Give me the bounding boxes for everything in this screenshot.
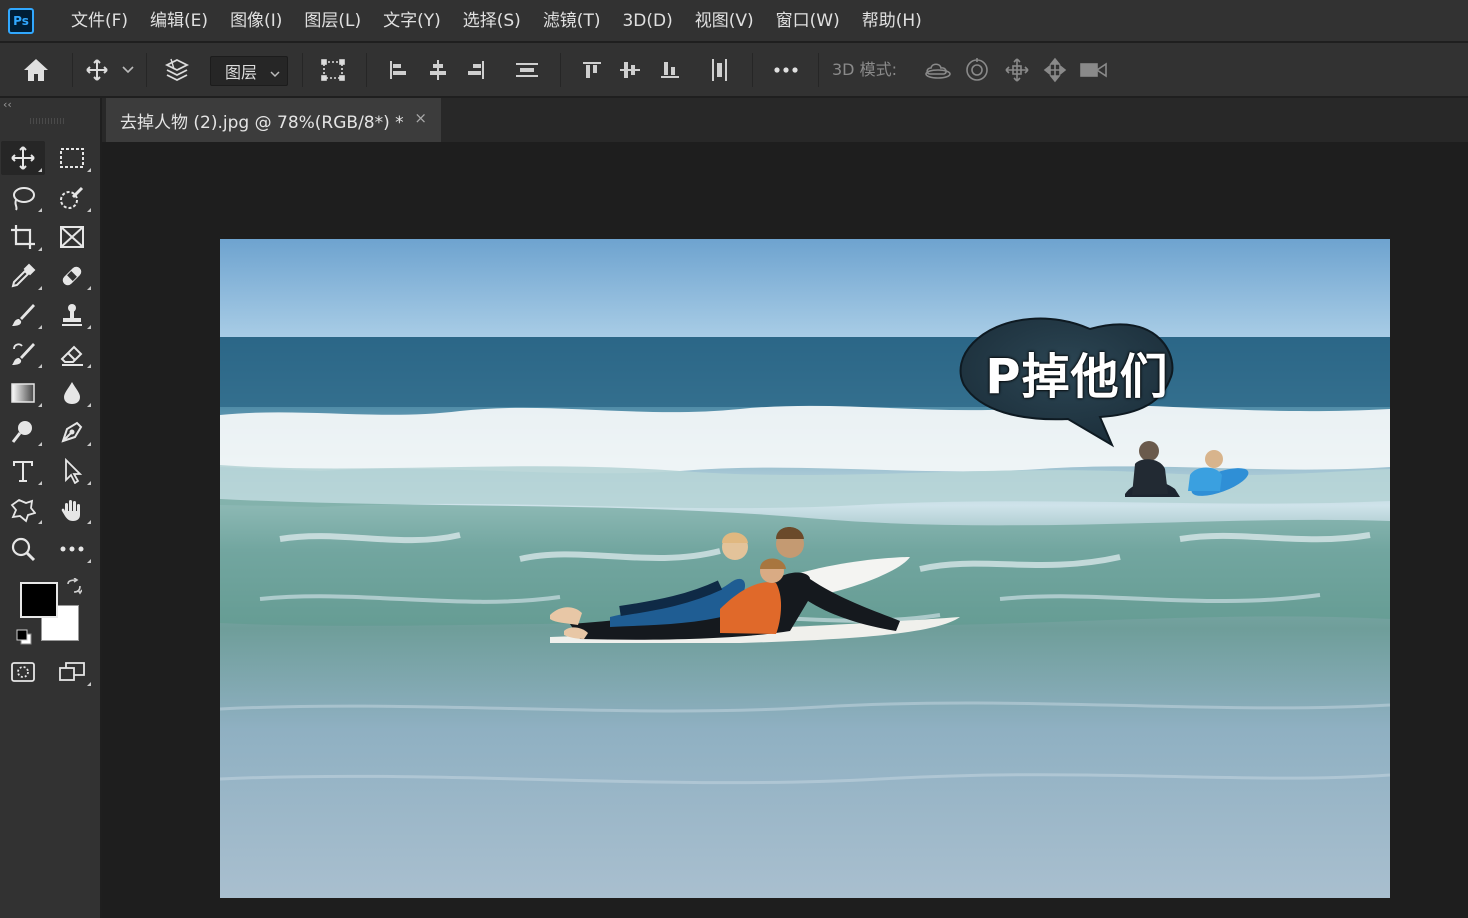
slide-3d-icon[interactable] <box>1040 43 1070 97</box>
more-options-icon[interactable] <box>770 43 802 97</box>
crop-tool[interactable] <box>1 220 45 254</box>
speech-bubble-text: P掉他们 <box>985 349 1169 405</box>
hand-tool[interactable] <box>50 493 94 527</box>
photoshop-logo[interactable]: Ps <box>8 7 34 34</box>
menu-help[interactable]: 帮助(H) <box>851 0 933 42</box>
tools-panel: ‹‹ <box>0 98 101 918</box>
chevron-down-icon[interactable] <box>118 43 138 97</box>
type-tool[interactable] <box>1 454 45 488</box>
collapse-panel-button[interactable]: ‹‹ <box>3 98 12 111</box>
edit-toolbar[interactable] <box>50 532 94 566</box>
menu-edit[interactable]: 编辑(E) <box>139 0 219 42</box>
menu-view[interactable]: 视图(V) <box>684 0 765 42</box>
auto-select-target-dropdown[interactable]: 图层 <box>210 56 288 86</box>
rectangular-marquee-tool[interactable] <box>50 141 94 175</box>
home-icon[interactable] <box>18 43 54 97</box>
scale-3d-icon[interactable] <box>1078 43 1110 97</box>
menu-3d[interactable]: 3D(D) <box>611 0 683 42</box>
move-tool[interactable] <box>1 141 45 175</box>
quick-mask-mode-icon[interactable] <box>1 655 45 689</box>
auto-select-target-value: 图层 <box>225 63 258 82</box>
distribute-horizontal-icon[interactable] <box>706 43 734 97</box>
options-bar: 图层 3D 模式: <box>0 43 1468 97</box>
menu-select[interactable]: 选择(S) <box>452 0 532 42</box>
history-brush-tool[interactable] <box>1 337 45 371</box>
menu-file[interactable]: 文件(F) <box>60 0 139 42</box>
screen-mode-icon[interactable] <box>50 655 94 689</box>
clone-stamp-tool[interactable] <box>50 298 94 332</box>
align-vertical-center-icon[interactable] <box>616 43 644 97</box>
default-colors-icon[interactable] <box>12 626 36 648</box>
path-selection-tool[interactable] <box>50 454 94 488</box>
pan-3d-icon[interactable] <box>1002 43 1032 97</box>
frame-tool[interactable] <box>50 220 94 254</box>
document-tab-title: 去掉人物 (2).jpg @ 78%(RGB/8*) * <box>120 112 404 133</box>
dodge-tool[interactable] <box>1 415 45 449</box>
quick-selection-tool[interactable] <box>50 181 94 215</box>
pen-tool[interactable] <box>50 415 94 449</box>
brush-tool[interactable] <box>1 298 45 332</box>
roll-3d-icon[interactable] <box>962 43 992 97</box>
align-left-icon[interactable] <box>384 43 412 97</box>
menu-type[interactable]: 文字(Y) <box>372 0 452 42</box>
lasso-tool[interactable] <box>1 181 45 215</box>
menu-image[interactable]: 图像(I) <box>219 0 293 42</box>
document-tab[interactable]: 去掉人物 (2).jpg @ 78%(RGB/8*) * × <box>106 98 441 142</box>
align-top-icon[interactable] <box>578 43 606 97</box>
menu-window[interactable]: 窗口(W) <box>765 0 851 42</box>
auto-select-layers-icon[interactable] <box>160 43 194 97</box>
document-tab-bar: 去掉人物 (2).jpg @ 78%(RGB/8*) * × <box>102 98 1468 142</box>
custom-shape-tool[interactable] <box>1 493 45 527</box>
move-icon[interactable] <box>82 43 112 97</box>
blur-tool[interactable] <box>50 376 94 410</box>
3d-mode-label: 3D 模式: <box>832 60 897 79</box>
align-horizontal-center-icon[interactable] <box>424 43 452 97</box>
gradient-tool[interactable] <box>1 376 45 410</box>
foreground-color-swatch[interactable] <box>20 582 58 618</box>
eraser-tool[interactable] <box>50 337 94 371</box>
document-image[interactable]: P掉他们 <box>220 239 1390 898</box>
align-right-icon[interactable] <box>462 43 490 97</box>
switch-colors-icon[interactable] <box>58 576 88 598</box>
show-transform-controls-icon[interactable] <box>316 43 350 97</box>
menu-bar: Ps 文件(F) 编辑(E) 图像(I) 图层(L) 文字(Y) 选择(S) 滤… <box>0 0 1468 42</box>
panel-grip[interactable] <box>30 118 66 124</box>
spot-healing-brush-tool[interactable] <box>50 259 94 293</box>
close-icon[interactable]: × <box>414 109 427 127</box>
orbit-3d-icon[interactable] <box>922 43 954 97</box>
zoom-tool[interactable] <box>1 532 45 566</box>
menu-layer[interactable]: 图层(L) <box>293 0 372 42</box>
eyedropper-tool[interactable] <box>1 259 45 293</box>
distribute-vertical-icon[interactable] <box>512 43 542 97</box>
chevron-down-icon <box>269 65 281 84</box>
canvas-area[interactable]: P掉他们 <box>102 142 1468 918</box>
align-bottom-icon[interactable] <box>656 43 684 97</box>
menu-filter[interactable]: 滤镜(T) <box>532 0 612 42</box>
